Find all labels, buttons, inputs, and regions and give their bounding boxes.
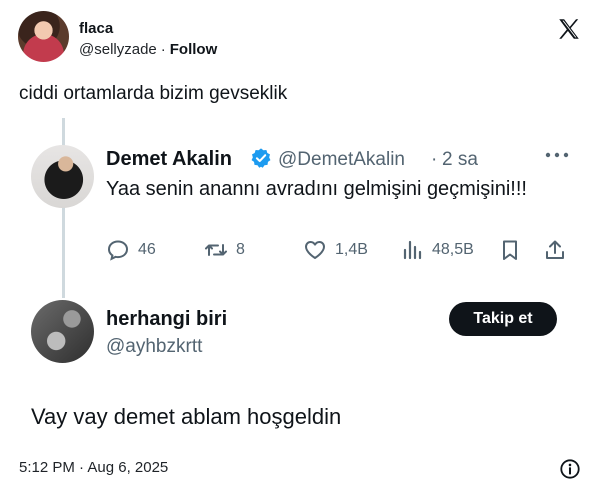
- views-action[interactable]: 48,5B: [400, 238, 474, 262]
- demet-avatar[interactable]: [31, 145, 94, 208]
- demet-handle[interactable]: @DemetAkalin: [278, 149, 405, 171]
- like-action[interactable]: 1,4B: [303, 238, 368, 262]
- x-logo[interactable]: [556, 16, 582, 42]
- retweet-icon: [205, 244, 227, 256]
- retweet-action[interactable]: 8: [204, 238, 245, 262]
- reply-count: 46: [138, 241, 156, 258]
- reply-icon: [107, 240, 129, 261]
- demet-time[interactable]: 2 sa: [442, 149, 478, 171]
- follow-link[interactable]: Follow: [170, 41, 218, 58]
- tweet-timestamp[interactable]: 5:12 PM · Aug 6, 2025: [19, 459, 168, 476]
- demet-name[interactable]: Demet Akalin: [106, 148, 232, 171]
- author-handle[interactable]: @sellyzade: [79, 41, 157, 58]
- herhangi-avatar[interactable]: [31, 300, 94, 363]
- reply-action[interactable]: 46: [106, 238, 156, 262]
- author-handle-row: @sellyzade · Follow: [79, 41, 217, 58]
- author-avatar[interactable]: [18, 11, 69, 62]
- info-icon[interactable]: [559, 458, 581, 480]
- demet-text: Yaa senin anannı avradını gelmişini geçm…: [106, 178, 527, 200]
- retweet-count: 8: [236, 241, 245, 258]
- like-count: 1,4B: [335, 241, 368, 258]
- author-name[interactable]: flaca: [79, 20, 113, 37]
- verified-badge-icon: [251, 148, 271, 168]
- reply-text: Vay vay demet ablam hoşgeldin: [31, 404, 342, 429]
- tweet-text: ciddi ortamlarda bizim gevseklik: [19, 83, 288, 104]
- herhangi-handle[interactable]: @ayhbzkrtt: [106, 336, 202, 358]
- more-icon[interactable]: [544, 150, 570, 160]
- views-icon: [403, 240, 422, 260]
- share-icon[interactable]: [543, 238, 567, 262]
- herhangi-name[interactable]: herhangi biri: [106, 308, 227, 331]
- heart-icon: [305, 241, 325, 259]
- bookmark-icon[interactable]: [498, 238, 522, 262]
- time-separator: ·: [431, 149, 438, 170]
- follow-button[interactable]: Takip et: [449, 302, 557, 336]
- views-count: 48,5B: [432, 241, 474, 258]
- handle-separator: ·: [160, 41, 166, 58]
